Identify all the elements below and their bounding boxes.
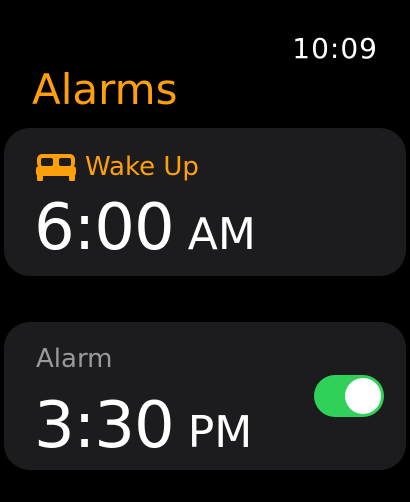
wake-up-time-period: AM: [187, 209, 256, 260]
alarm-time: 3:30 PM: [34, 388, 252, 471]
alarm-toggle[interactable]: [314, 375, 384, 417]
alarm-time-period: PM: [187, 407, 253, 458]
wake-up-time: 6:00 AM: [34, 190, 256, 273]
toggle-knob: [345, 378, 381, 414]
wake-up-header: Wake Up: [36, 150, 199, 184]
wake-up-alarm-card[interactable]: Wake Up 6:00 AM: [4, 128, 406, 276]
status-time: 10:09: [292, 32, 378, 65]
alarm-label: Alarm: [36, 344, 113, 374]
bed-icon: [36, 154, 76, 181]
page-title: Alarms: [32, 65, 178, 114]
wake-up-time-value: 6:00: [34, 191, 175, 265]
alarm-time-value: 3:30: [34, 389, 175, 463]
wake-up-label: Wake Up: [85, 152, 199, 182]
alarm-card[interactable]: Alarm 3:30 PM: [4, 322, 406, 470]
